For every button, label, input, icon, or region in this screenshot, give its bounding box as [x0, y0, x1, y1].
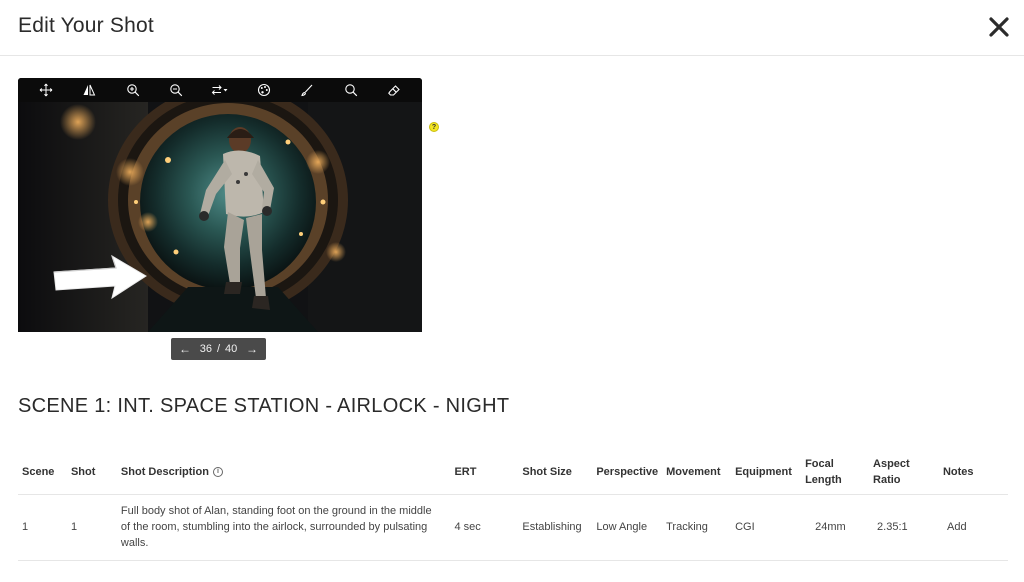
- search-icon[interactable]: [340, 79, 362, 101]
- image-editor: [18, 78, 422, 332]
- pager-current: 36: [199, 343, 212, 355]
- table-header-row: Scene Shot Shot Description i ERT Shot Si…: [18, 450, 1008, 495]
- header-notes: Notes: [938, 450, 1008, 495]
- header-movement: Movement: [662, 450, 732, 495]
- modal-title: Edit Your Shot: [18, 14, 154, 37]
- pager-separator: /: [216, 343, 221, 355]
- cell-scene: 1: [18, 494, 67, 561]
- eraser-icon[interactable]: [383, 79, 405, 101]
- cell-movement: Tracking: [662, 494, 732, 561]
- cell-shot-size: Establishing: [518, 494, 593, 561]
- header-perspective: Perspective: [592, 450, 663, 495]
- zoom-in-icon[interactable]: [122, 79, 144, 101]
- arrow-left-icon[interactable]: ←: [179, 342, 191, 356]
- astronaut-airlock-image[interactable]: [18, 102, 422, 332]
- header-shot-size: Shot Size: [518, 450, 593, 495]
- header-shot-description: Shot Description i: [116, 450, 451, 495]
- cell-aspect-ratio: 2.35:1: [869, 494, 939, 561]
- cell-perspective: Low Angle: [592, 494, 663, 561]
- brush-icon[interactable]: [296, 79, 318, 101]
- help-icon[interactable]: ?: [429, 122, 439, 132]
- image-pager: ← 36 / 40 →: [171, 338, 266, 360]
- cell-ert: 4 sec: [450, 494, 519, 561]
- move-icon[interactable]: [35, 79, 57, 101]
- close-icon[interactable]: [986, 14, 1012, 40]
- pager-count: 36 / 40: [200, 343, 238, 355]
- cell-focal-length: 24mm: [801, 494, 870, 561]
- arrow-right-icon[interactable]: →: [246, 342, 258, 356]
- palette-icon[interactable]: [253, 79, 275, 101]
- modal-header: Edit Your Shot: [0, 0, 1024, 56]
- flip-icon[interactable]: [78, 79, 100, 101]
- header-shot-description-label: Shot Description: [120, 465, 209, 478]
- pager-total: 40: [225, 343, 238, 355]
- header-equipment: Equipment: [731, 450, 802, 495]
- shots-table: Scene Shot Shot Description i ERT Shot Si…: [18, 450, 1008, 561]
- notes-add-link[interactable]: Add: [938, 494, 1008, 561]
- scene-title: SCENE 1: INT. SPACE STATION - AIRLOCK - …: [18, 395, 510, 417]
- cell-description: Full body shot of Alan, standing foot on…: [116, 494, 451, 561]
- header-ert: ERT: [450, 450, 519, 495]
- table-row[interactable]: 1 1 Full body shot of Alan, standing foo…: [18, 494, 1008, 561]
- header-shot: Shot: [66, 450, 117, 495]
- swap-icon[interactable]: [209, 79, 231, 101]
- header-scene: Scene: [18, 450, 67, 495]
- editor-toolbar: [18, 78, 422, 102]
- cell-equipment: CGI: [731, 494, 802, 561]
- header-aspect-ratio: Aspect Ratio: [869, 450, 939, 495]
- cell-shot: 1: [66, 494, 117, 561]
- info-icon[interactable]: i: [212, 466, 223, 477]
- header-focal-length: Focal Length: [801, 450, 870, 495]
- zoom-out-icon[interactable]: [165, 79, 187, 101]
